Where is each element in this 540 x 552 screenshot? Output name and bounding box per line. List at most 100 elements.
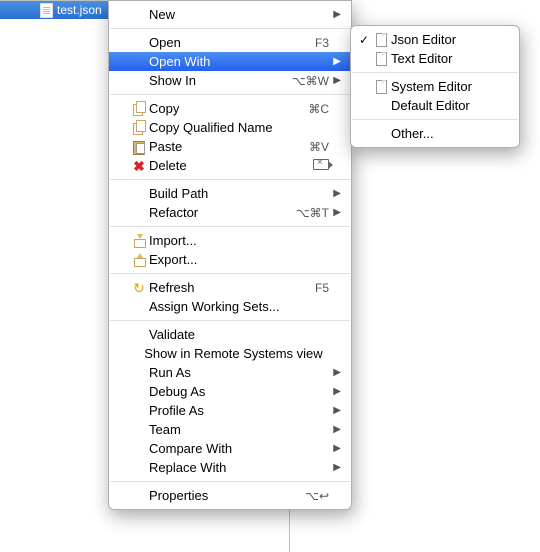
- submenu-arrow-icon: [329, 207, 341, 218]
- menu-item-label: Delete: [149, 158, 305, 173]
- menu-item-label: Compare With: [149, 441, 321, 456]
- menu-item-profile-as[interactable]: Profile As: [109, 401, 351, 420]
- menu-separator: [352, 72, 518, 73]
- context-menu: New OpenF3 Open With Show In⌥⌘W Copy⌘C Copy Q…: [108, 0, 352, 510]
- menu-separator: [110, 179, 350, 180]
- menu-item-shortcut: ⌘C: [300, 102, 329, 116]
- menu-item-label: Open: [149, 35, 307, 50]
- import-icon: [129, 233, 149, 249]
- submenu-arrow-icon: [329, 386, 341, 397]
- submenu-item-text-editor[interactable]: Text Editor: [351, 49, 519, 68]
- submenu-item-other[interactable]: Other...: [351, 124, 519, 143]
- menu-item-label: Copy: [149, 101, 300, 116]
- file-icon: [40, 3, 53, 18]
- menu-separator: [110, 273, 350, 274]
- menu-item-replace-with[interactable]: Replace With: [109, 458, 351, 477]
- paste-icon: [129, 139, 149, 155]
- menu-item-label: Refactor: [149, 205, 288, 220]
- check-mark: ✓: [357, 33, 371, 47]
- menu-item-show-in[interactable]: Show In⌥⌘W: [109, 71, 351, 90]
- menu-item-label: Properties: [149, 488, 297, 503]
- submenu-arrow-icon: [329, 462, 341, 473]
- menu-item-run-as[interactable]: Run As: [109, 363, 351, 382]
- menu-item-build-path[interactable]: Build Path: [109, 184, 351, 203]
- menu-item-label: Run As: [149, 365, 321, 380]
- menu-item-export[interactable]: Export...: [109, 250, 351, 269]
- submenu-item-system-editor[interactable]: System Editor: [351, 77, 519, 96]
- menu-item-shortcut: ⌥⌘W: [284, 74, 329, 88]
- menu-item-label: Build Path: [149, 186, 321, 201]
- tree-item-label: test.json: [57, 3, 102, 17]
- menu-item-shortcut: [305, 159, 329, 173]
- submenu-arrow-icon: [329, 56, 341, 67]
- menu-item-label: Other...: [391, 126, 489, 141]
- menu-item-label: Validate: [149, 327, 321, 342]
- menu-separator: [110, 28, 350, 29]
- menu-item-delete[interactable]: Delete: [109, 156, 351, 175]
- menu-item-label: Json Editor: [391, 32, 489, 47]
- menu-item-paste[interactable]: Paste⌘V: [109, 137, 351, 156]
- menu-item-label: Show in Remote Systems view: [144, 346, 322, 361]
- menu-item-shortcut: ⌘V: [301, 140, 329, 154]
- menu-item-shortcut: F3: [307, 36, 329, 50]
- menu-item-properties[interactable]: Properties⌥↩: [109, 486, 351, 505]
- menu-item-label: Debug As: [149, 384, 321, 399]
- menu-separator: [110, 94, 350, 95]
- export-icon: [129, 252, 149, 268]
- submenu-arrow-icon: [329, 188, 341, 199]
- menu-item-refactor[interactable]: Refactor⌥⌘T: [109, 203, 351, 222]
- menu-item-copy-qualified-name[interactable]: Copy Qualified Name: [109, 118, 351, 137]
- menu-separator: [110, 226, 350, 227]
- submenu-item-json-editor[interactable]: ✓ Json Editor: [351, 30, 519, 49]
- menu-item-label: Replace With: [149, 460, 321, 475]
- menu-item-shortcut: ⌥⌘T: [288, 206, 329, 220]
- copy-icon: [129, 120, 149, 136]
- open-with-submenu: ✓ Json Editor Text Editor System Editor Defa…: [350, 25, 520, 148]
- menu-item-refresh[interactable]: RefreshF5: [109, 278, 351, 297]
- submenu-arrow-icon: [329, 424, 341, 435]
- menu-separator: [110, 320, 350, 321]
- menu-item-assign-working-sets[interactable]: Assign Working Sets...: [109, 297, 351, 316]
- submenu-arrow-icon: [329, 443, 341, 454]
- menu-item-show-in-remote-systems-view[interactable]: Show in Remote Systems view: [109, 344, 351, 363]
- submenu-arrow-icon: [329, 367, 341, 378]
- menu-separator: [352, 119, 518, 120]
- menu-item-copy[interactable]: Copy⌘C: [109, 99, 351, 118]
- menu-item-label: Paste: [149, 139, 301, 154]
- submenu-item-default-editor[interactable]: Default Editor: [351, 96, 519, 115]
- menu-item-shortcut: F5: [307, 281, 329, 295]
- menu-item-label: Export...: [149, 252, 321, 267]
- menu-item-label: Assign Working Sets...: [149, 299, 321, 314]
- menu-item-label: Refresh: [149, 280, 307, 295]
- submenu-arrow-icon: [329, 405, 341, 416]
- menu-item-new[interactable]: New: [109, 5, 351, 24]
- menu-item-validate[interactable]: Validate: [109, 325, 351, 344]
- menu-item-label: Show In: [149, 73, 284, 88]
- menu-item-label: System Editor: [391, 79, 489, 94]
- delete-key-icon: [313, 159, 329, 170]
- delete-icon: [129, 158, 149, 174]
- submenu-arrow-icon: [329, 9, 341, 20]
- refresh-icon: [129, 280, 149, 296]
- menu-separator: [110, 481, 350, 482]
- menu-item-label: Team: [149, 422, 321, 437]
- file-icon: [371, 79, 391, 95]
- menu-item-open[interactable]: OpenF3: [109, 33, 351, 52]
- file-icon: [371, 51, 391, 67]
- menu-item-label: Import...: [149, 233, 321, 248]
- menu-item-compare-with[interactable]: Compare With: [109, 439, 351, 458]
- copy-icon: [129, 101, 149, 117]
- menu-item-shortcut: ⌥↩: [297, 489, 329, 503]
- menu-item-label: Open With: [149, 54, 321, 69]
- menu-item-label: Text Editor: [391, 51, 489, 66]
- submenu-arrow-icon: [329, 75, 341, 86]
- menu-item-label: Copy Qualified Name: [149, 120, 321, 135]
- file-icon: [371, 32, 391, 48]
- menu-item-import[interactable]: Import...: [109, 231, 351, 250]
- menu-item-label: Default Editor: [391, 98, 489, 113]
- menu-item-label: Profile As: [149, 403, 321, 418]
- menu-item-team[interactable]: Team: [109, 420, 351, 439]
- menu-item-open-with[interactable]: Open With: [109, 52, 351, 71]
- menu-item-label: New: [149, 7, 321, 22]
- menu-item-debug-as[interactable]: Debug As: [109, 382, 351, 401]
